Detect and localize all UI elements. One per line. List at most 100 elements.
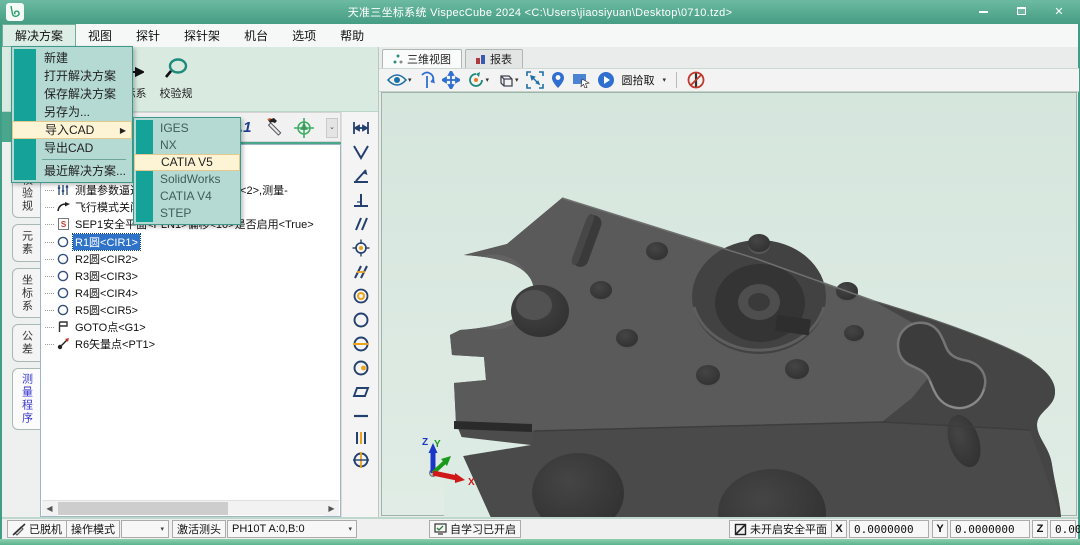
circle-feature-icon <box>56 253 70 266</box>
menu-item-open-solution[interactable]: 打开解决方案 <box>12 67 132 85</box>
menu-machine[interactable]: 机台 <box>232 24 280 47</box>
close-button[interactable]: ✕ <box>1048 3 1070 21</box>
submenu-item-nx[interactable]: NX <box>134 137 240 154</box>
self-learn-icon <box>434 523 447 535</box>
offline-probe-icon <box>12 523 26 536</box>
parameters-icon <box>56 184 70 197</box>
tree-item-circle-r1[interactable]: R1圆<CIR1> <box>45 234 140 250</box>
straightness-icon[interactable] <box>350 406 372 426</box>
tab-report[interactable]: 报表 <box>465 49 523 68</box>
report-icon <box>476 54 486 64</box>
rotate-view-icon[interactable]: ▾ <box>467 71 490 89</box>
circle-pick-label[interactable]: 圆拾取 <box>622 72 655 88</box>
tree-item-goto-point[interactable]: GOTO点<G1> <box>45 319 148 335</box>
cad-target-icon[interactable] <box>293 117 315 144</box>
vispeccube-window: { "window": { "title": "天准三坐标系统 VispecCu… <box>0 0 1080 545</box>
view-tab-bar: 三维视图 报表 <box>379 49 523 68</box>
menu-item-new[interactable]: 新建 <box>12 49 132 67</box>
offline-status: 已脱机 <box>7 520 67 538</box>
menu-probe[interactable]: 探针 <box>124 24 172 47</box>
scrollbar-thumb[interactable] <box>58 502 228 515</box>
tree-item-vector-point[interactable]: R6矢量点<PT1> <box>45 336 157 352</box>
submenu-item-iges[interactable]: IGES <box>134 120 240 137</box>
menu-solution[interactable]: 解决方案 <box>2 24 76 47</box>
submenu-item-catia-v5[interactable]: CATIA V5 <box>134 154 240 171</box>
toolbar-overflow-button[interactable]: ⌄ <box>326 118 338 138</box>
cad-part-model: Z Y X <box>382 93 1078 517</box>
menu-item-recent-solutions[interactable]: 最近解决方案... <box>12 162 132 180</box>
perpendicularity-icon[interactable] <box>350 190 372 210</box>
circle-feature-icon <box>56 270 70 283</box>
scroll-right-arrow[interactable]: ▶ <box>324 501 339 516</box>
svg-text:S: S <box>60 220 66 229</box>
submenu-item-solidworks[interactable]: SolidWorks <box>134 171 240 188</box>
op-mode-select[interactable]: ▾ <box>121 520 169 538</box>
profile-circle-icon[interactable] <box>350 450 372 470</box>
tree-item-circle-r4[interactable]: R4圆<CIR4> <box>45 285 140 301</box>
runout-icon[interactable] <box>350 358 372 378</box>
y-axis-label: Y <box>932 520 948 538</box>
distance-icon[interactable] <box>350 118 372 138</box>
position-icon[interactable] <box>350 238 372 258</box>
cube-view-icon[interactable]: ▾ <box>496 71 519 89</box>
pick-dropdown-arrow[interactable]: ▾ <box>663 76 667 84</box>
menu-options[interactable]: 选项 <box>280 24 328 47</box>
menu-item-import-cad[interactable]: 导入CAD▶ <box>12 121 132 139</box>
flatness-icon[interactable] <box>350 382 372 402</box>
pan-move-icon[interactable] <box>442 71 460 89</box>
verify-gauge-tool[interactable]: 校验规 <box>154 55 198 101</box>
angle-icon[interactable] <box>350 142 372 162</box>
tree-horizontal-scrollbar[interactable]: ◀ ▶ <box>42 500 339 515</box>
tab-tolerance[interactable]: 公差 <box>12 324 40 362</box>
play-run-icon[interactable] <box>597 71 615 89</box>
orbit-rotate-icon[interactable] <box>419 71 435 89</box>
x-coordinate-value: 0.0000000 <box>849 520 929 538</box>
angle-between-icon[interactable] <box>350 166 372 186</box>
import-cad-submenu: IGES NX CATIA V5 SolidWorks CATIA V4 STE… <box>133 117 241 225</box>
active-probe-select[interactable]: PH10T A:0,B:0▾ <box>227 520 357 538</box>
concentricity-icon[interactable] <box>350 286 372 306</box>
tab-coordinate-systems[interactable]: 坐标系 <box>12 268 40 318</box>
minimize-button[interactable] <box>972 3 994 21</box>
menu-item-save-solution[interactable]: 保存解决方案 <box>12 85 132 103</box>
tab-3d-view[interactable]: 三维视图 <box>382 49 462 68</box>
tab-elements[interactable]: 元素 <box>12 224 40 262</box>
z-coordinate-value: 0.0000000 <box>1050 520 1076 538</box>
menu-view[interactable]: 视图 <box>76 24 124 47</box>
3d-viewport[interactable]: Z Y X <box>381 92 1077 516</box>
parallelism-icon[interactable] <box>350 214 372 234</box>
angularity-icon[interactable] <box>350 262 372 282</box>
circularity-icon[interactable] <box>350 310 372 330</box>
zoom-fit-icon[interactable] <box>526 71 544 89</box>
safety-plane-icon: S <box>56 218 70 231</box>
tree-item-circle-r2[interactable]: R2圆<CIR2> <box>45 251 140 267</box>
side-tab-strip: 校验规 元素 坐标系 公差 测量程序 <box>2 142 40 517</box>
hammer-icon[interactable] <box>265 117 287 144</box>
menu-item-export-cad[interactable]: 导出CAD <box>12 139 132 157</box>
cylindricity-icon[interactable] <box>350 428 372 448</box>
locate-pin-icon[interactable] <box>551 71 565 89</box>
tree-item-circle-r5[interactable]: R5圆<CIR5> <box>45 302 140 318</box>
goto-flag-icon <box>56 321 70 334</box>
window-select-icon[interactable] <box>572 72 590 88</box>
view-panel: 三维视图 报表 ▾ ▾ ▾ 圆拾取 ▾ <box>378 47 1078 517</box>
submenu-item-step[interactable]: STEP <box>134 205 240 222</box>
title-bar[interactable]: 天准三坐标系统 VispecCube 2024 <C:\Users\jiaosi… <box>0 0 1080 24</box>
menu-help[interactable]: 帮助 <box>328 24 376 47</box>
self-learn-status[interactable]: 自学习已开启 <box>429 520 521 538</box>
menu-item-save-as[interactable]: 另存为... <box>12 103 132 121</box>
circle-feature-icon <box>56 287 70 300</box>
tree-item-circle-r3[interactable]: R3圆<CIR3> <box>45 268 140 284</box>
3d-view-icon <box>393 54 403 64</box>
scroll-left-arrow[interactable]: ◀ <box>42 501 57 516</box>
tab-measure-program[interactable]: 测量程序 <box>12 368 40 430</box>
visibility-eye-icon[interactable]: ▾ <box>387 73 412 87</box>
menu-probe-rack[interactable]: 探针架 <box>172 24 232 47</box>
symmetry-icon[interactable] <box>350 334 372 354</box>
view-toolbar: ▾ ▾ ▾ 圆拾取 ▾ <box>379 68 1079 92</box>
submenu-item-catia-v4[interactable]: CATIA V4 <box>134 188 240 205</box>
tree-item-flight-mode[interactable]: 飞行模式关闭 <box>45 199 143 215</box>
restore-button[interactable] <box>1010 3 1032 21</box>
clip-disabled-icon[interactable] <box>687 71 705 89</box>
x-axis-label: X <box>831 520 847 538</box>
